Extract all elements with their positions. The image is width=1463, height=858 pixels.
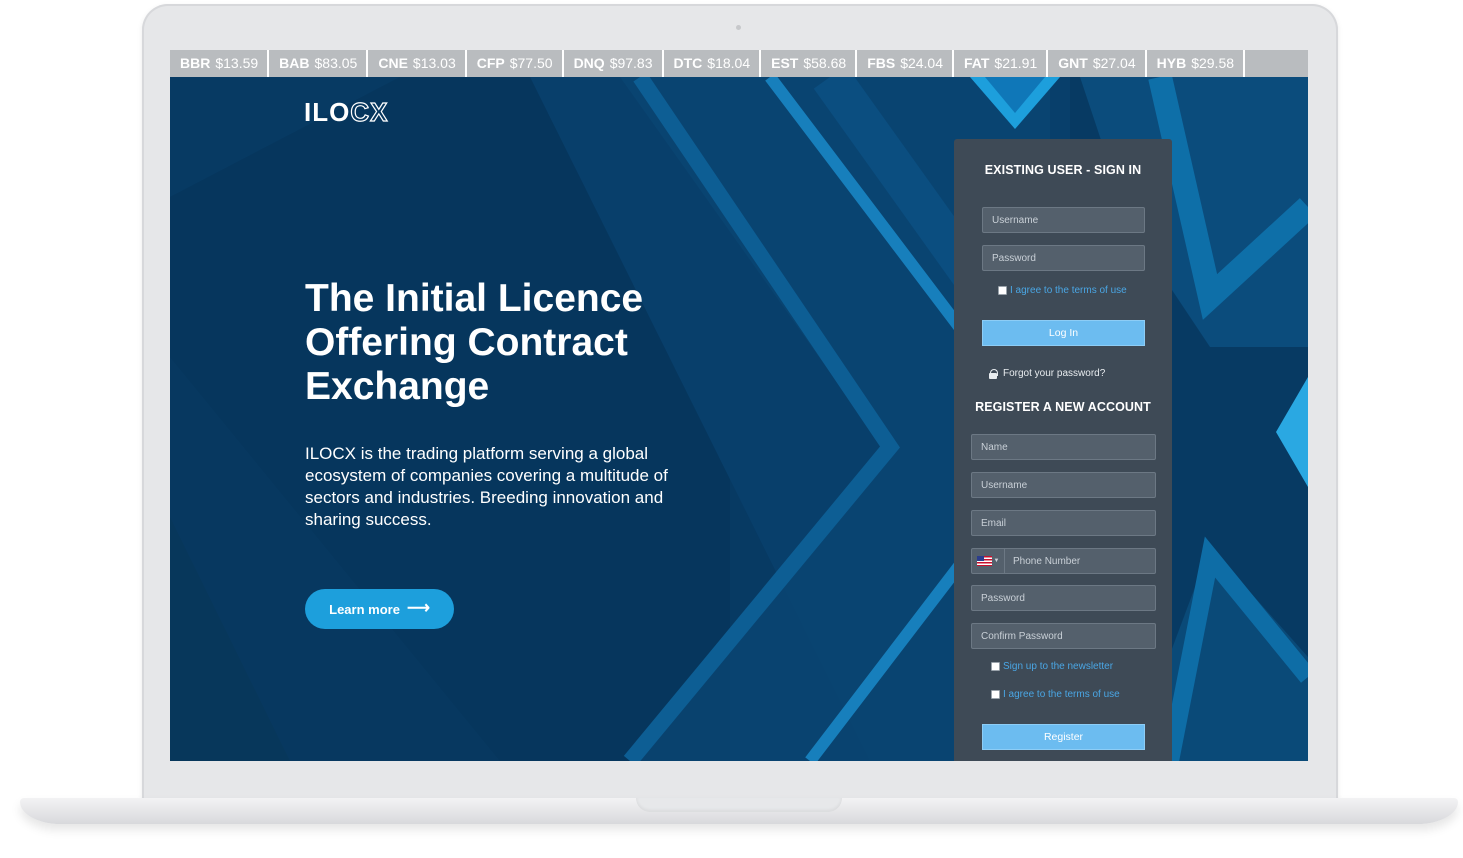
ticker-item[interactable]: FBS $24.04 — [857, 50, 955, 77]
login-button[interactable]: Log In — [982, 320, 1145, 346]
ticker-symbol: FBS — [867, 55, 896, 71]
chevron-down-icon: ▼ — [993, 558, 1000, 564]
hero-description: ILOCX is the trading platform serving a … — [305, 444, 668, 529]
ticker-item[interactable]: HYB $29.58 — [1147, 50, 1246, 77]
ticker-item[interactable]: FAT $21.91 — [954, 50, 1049, 77]
ticker-symbol: FAT — [964, 55, 990, 71]
ticker-price: $24.04 — [900, 55, 944, 71]
register-label: Register — [1043, 731, 1084, 743]
ticker-symbol: CFP — [476, 55, 505, 71]
arrow-right-icon: ⟶ — [406, 600, 430, 617]
ticker-item[interactable]: EST $58.68 — [761, 50, 858, 77]
register-username-input[interactable] — [971, 472, 1156, 498]
signin-username-input[interactable] — [982, 207, 1145, 233]
ilocx-logo[interactable]: ILOCX — [304, 96, 389, 128]
ticker-price: $21.91 — [994, 55, 1038, 71]
newsletter-row[interactable]: Sign up to the newsletter — [991, 661, 1113, 672]
ticker-symbol: GNT — [1058, 55, 1088, 71]
signin-password-input[interactable] — [982, 245, 1145, 271]
ticker-price: $29.58 — [1191, 55, 1235, 71]
ticker-price: $77.50 — [509, 55, 553, 71]
register-name-input[interactable] — [971, 434, 1156, 460]
ticker-price: $58.68 — [803, 55, 847, 71]
ticker-item[interactable]: BBR $13.59 — [170, 50, 270, 77]
ticker-symbol: BAB — [279, 55, 310, 71]
register-email-input[interactable] — [971, 510, 1156, 536]
register-terms-row[interactable]: I agree to the terms of use — [991, 689, 1120, 700]
signin-terms-row[interactable]: I agree to the terms of use — [998, 285, 1127, 296]
register-button[interactable]: Register — [982, 724, 1145, 750]
lock-icon — [989, 368, 998, 379]
ticker-item[interactable]: DTC $18.04 — [664, 50, 762, 77]
logo-outline-text: CX — [350, 96, 389, 127]
login-label: Log In — [1048, 327, 1079, 339]
signin-terms-link[interactable]: I agree to the terms of use — [1010, 285, 1127, 296]
register-phone-field: ▼ — [971, 548, 1156, 574]
signin-terms-checkbox[interactable] — [998, 286, 1007, 295]
laptop-notch — [636, 798, 842, 812]
ticker-price: $18.04 — [707, 55, 751, 71]
ticker-symbol: HYB — [1156, 55, 1187, 71]
ticker-item[interactable]: CNE $13.03 — [368, 50, 467, 77]
learn-more-label: Learn more — [329, 601, 400, 617]
sign-in-title: EXISTING USER - SIGN IN — [984, 163, 1142, 177]
newsletter-checkbox[interactable] — [991, 662, 1000, 671]
camera-dot — [736, 25, 741, 30]
learn-more-button[interactable]: Learn more ⟶ — [305, 589, 454, 629]
newsletter-label[interactable]: Sign up to the newsletter — [1003, 661, 1113, 672]
register-password-input[interactable] — [971, 585, 1156, 611]
forgot-password-link[interactable]: Forgot your password? — [989, 368, 1105, 379]
ticker-symbol: CNE — [378, 55, 408, 71]
ticker-price: $27.04 — [1092, 55, 1136, 71]
logo-solid-text: ILO — [304, 97, 351, 127]
ticker-price: $13.03 — [412, 55, 456, 71]
register-title: REGISTER A NEW ACCOUNT — [975, 400, 1151, 414]
register-terms-checkbox[interactable] — [991, 690, 1000, 699]
phone-number-input[interactable] — [1005, 549, 1155, 573]
hero-headline: The Initial Licence Offering Contract Ex… — [305, 277, 644, 408]
us-flag-icon — [976, 556, 992, 566]
ticker-symbol: DTC — [673, 55, 703, 71]
auth-panel: EXISTING USER - SIGN IN I agree to the t… — [954, 139, 1172, 761]
forgot-password-label: Forgot your password? — [1003, 368, 1106, 379]
ticker-symbol: BBR — [180, 55, 211, 71]
ticker-item[interactable]: GNT $27.04 — [1048, 50, 1147, 77]
register-confirm-password-input[interactable] — [971, 623, 1156, 649]
ticker-symbol: DNQ — [573, 55, 605, 71]
hero-section: ILOCX The Initial Licence Offering Contr… — [170, 77, 1308, 761]
ticker-price: $97.83 — [609, 55, 653, 71]
ticker-price: $83.05 — [314, 55, 358, 71]
laptop-screen: BBR $13.59 BAB $83.05 CNE $13.03 CFP $77.50 DNQ $… — [170, 50, 1308, 761]
ticker-item[interactable]: DNQ $97.83 — [564, 50, 664, 77]
stock-ticker: BBR $13.59 BAB $83.05 CNE $13.03 CFP $77.50 DNQ $… — [170, 50, 1308, 77]
ticker-item[interactable]: CFP $77.50 — [467, 50, 564, 77]
register-terms-link[interactable]: I agree to the terms of use — [1003, 689, 1120, 700]
ticker-item[interactable]: BAB $83.05 — [269, 50, 369, 77]
ticker-symbol: EST — [771, 55, 799, 71]
ticker-price: $13.59 — [215, 55, 259, 71]
country-code-select[interactable]: ▼ — [972, 549, 1005, 573]
